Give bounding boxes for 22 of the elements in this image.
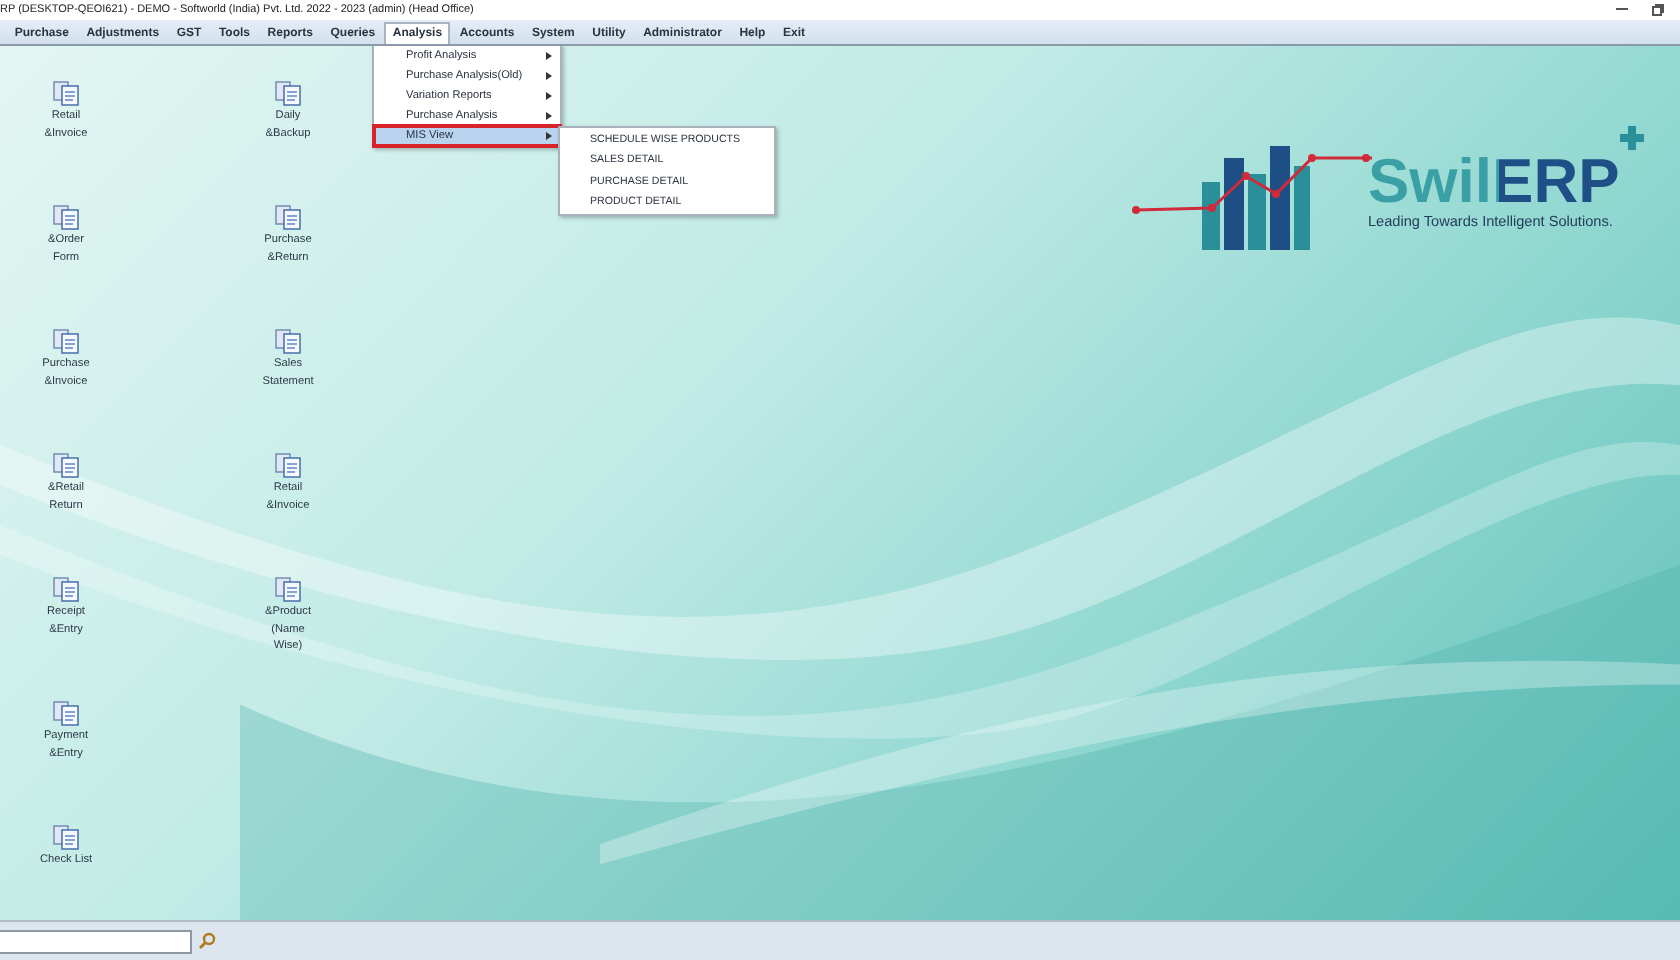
document-icon <box>52 80 80 106</box>
document-icon <box>274 204 302 230</box>
submenu-arrow-icon <box>546 72 552 80</box>
document-icon <box>52 204 80 230</box>
plus-icon <box>1619 126 1644 150</box>
search-icon[interactable] <box>198 932 216 950</box>
search-field[interactable] <box>0 929 192 953</box>
document-icon <box>274 576 302 602</box>
submenu-arrow-icon <box>546 112 552 120</box>
document-icon <box>274 328 302 354</box>
submenu-arrow-icon <box>546 52 552 60</box>
document-icon <box>274 452 302 478</box>
document-icon <box>52 700 80 726</box>
document-icon <box>52 576 80 602</box>
submenu-arrow-icon <box>546 92 552 100</box>
submenu-arrow-icon <box>546 132 552 140</box>
document-icon <box>52 452 80 478</box>
minimize-icon[interactable] <box>1616 8 1628 12</box>
restore-icon[interactable] <box>1652 4 1664 16</box>
document-icon <box>52 328 80 354</box>
document-icon <box>52 824 80 850</box>
document-icon <box>274 80 302 106</box>
